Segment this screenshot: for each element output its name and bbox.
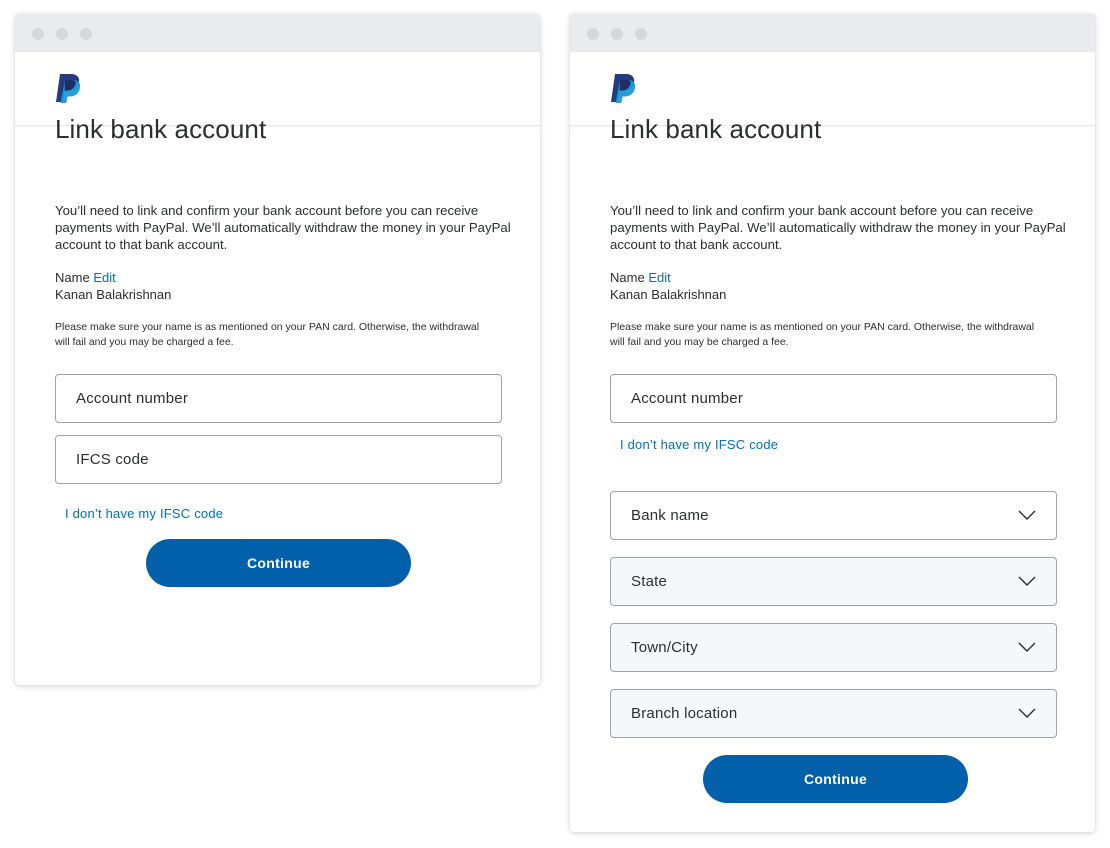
edit-name-link[interactable]: Edit xyxy=(93,270,115,285)
browser-window-right: Link bank account You’ll need to link an… xyxy=(570,14,1095,832)
name-row: Name Edit xyxy=(55,269,116,286)
window-control-dot[interactable] xyxy=(587,28,599,40)
name-row: Name Edit xyxy=(610,269,671,286)
name-label: Name xyxy=(610,270,645,285)
chevron-down-icon xyxy=(1018,510,1036,520)
bank-name-dropdown[interactable]: Bank name xyxy=(610,491,1057,540)
town-city-label: Town/City xyxy=(631,639,698,656)
edit-name-link[interactable]: Edit xyxy=(648,270,670,285)
account-number-placeholder: Account number xyxy=(76,390,189,407)
continue-button[interactable]: Continue xyxy=(703,755,968,803)
chevron-down-icon xyxy=(1018,708,1036,718)
pan-card-note: Please make sure your name is as mention… xyxy=(55,321,480,348)
ifsc-code-placeholder: IFCS code xyxy=(76,451,149,468)
main-content: Link bank account You’ll need to link an… xyxy=(610,14,1066,832)
browser-window-left: Link bank account You’ll need to link an… xyxy=(15,14,540,685)
intro-text: You’ll need to link and confirm your ban… xyxy=(610,203,1066,252)
page-title: Link bank account xyxy=(610,114,822,144)
branch-location-dropdown[interactable]: Branch location xyxy=(610,689,1057,738)
intro-text: You’ll need to link and confirm your ban… xyxy=(55,203,511,252)
account-number-field[interactable]: Account number xyxy=(610,374,1057,423)
bank-name-label: Bank name xyxy=(631,507,709,524)
account-number-field[interactable]: Account number xyxy=(55,374,502,423)
page-title: Link bank account xyxy=(55,114,267,144)
chevron-down-icon xyxy=(1018,576,1036,586)
name-label: Name xyxy=(55,270,90,285)
window-control-dot[interactable] xyxy=(32,28,44,40)
account-number-placeholder: Account number xyxy=(631,390,744,407)
branch-location-label: Branch location xyxy=(631,705,738,722)
pan-card-note: Please make sure your name is as mention… xyxy=(610,321,1035,348)
no-ifsc-code-link[interactable]: I don’t have my IFSC code xyxy=(65,506,223,521)
ifsc-code-field[interactable]: IFCS code xyxy=(55,435,502,484)
name-value: Kanan Balakrishnan xyxy=(610,287,727,302)
state-label: State xyxy=(631,573,668,590)
continue-button[interactable]: Continue xyxy=(146,539,411,587)
no-ifsc-code-link[interactable]: I don’t have my IFSC code xyxy=(620,437,778,452)
town-city-dropdown[interactable]: Town/City xyxy=(610,623,1057,672)
name-value: Kanan Balakrishnan xyxy=(55,287,172,302)
chevron-down-icon xyxy=(1018,642,1036,652)
main-content: Link bank account You’ll need to link an… xyxy=(55,14,511,685)
state-dropdown[interactable]: State xyxy=(610,557,1057,606)
